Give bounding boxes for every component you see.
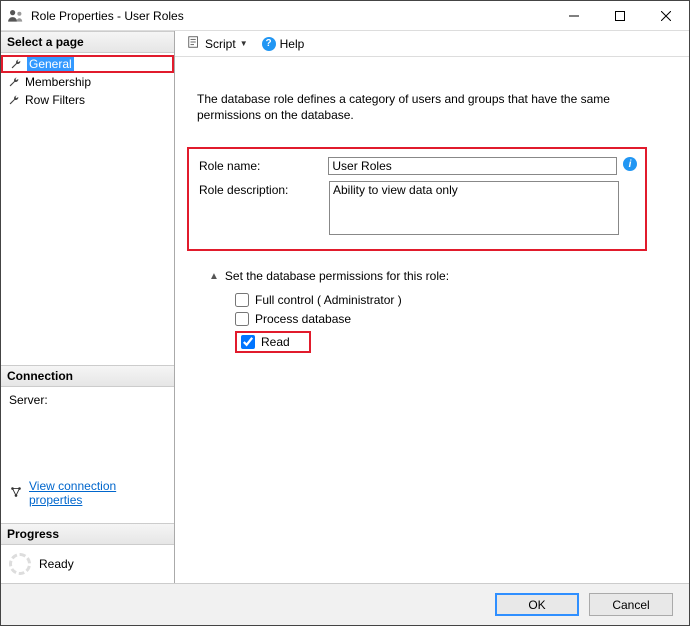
view-connection-properties-link[interactable]: View connection properties xyxy=(29,479,166,507)
perm-process-db[interactable]: Process database xyxy=(235,312,667,326)
info-icon[interactable]: i xyxy=(623,157,637,171)
page-label: Membership xyxy=(25,75,91,89)
progress-status: Ready xyxy=(39,557,74,571)
script-icon xyxy=(187,35,201,52)
minimize-button[interactable] xyxy=(551,1,597,30)
perm-read[interactable]: Read xyxy=(235,331,311,353)
permissions-caption: Set the database permissions for this ro… xyxy=(225,269,449,283)
select-page-header: Select a page xyxy=(1,31,174,53)
role-icon xyxy=(7,7,25,25)
perm-full-control-label: Full control ( Administrator ) xyxy=(255,293,402,307)
wrench-icon xyxy=(7,93,21,107)
perm-read-label: Read xyxy=(261,335,290,349)
sidebar: Select a page General Membership Row Fil… xyxy=(1,31,175,583)
chevron-down-icon: ▼ xyxy=(240,39,248,48)
perm-process-db-label: Process database xyxy=(255,312,351,326)
maximize-button[interactable] xyxy=(597,1,643,30)
perm-full-control[interactable]: Full control ( Administrator ) xyxy=(235,293,667,307)
titlebar: Role Properties - User Roles xyxy=(1,1,689,31)
help-icon: ? xyxy=(262,37,276,51)
wrench-icon xyxy=(9,57,23,71)
dialog-footer: OK Cancel xyxy=(1,583,689,625)
help-button[interactable]: ? Help xyxy=(258,35,309,53)
content-panel: Script ▼ ? Help The database role define… xyxy=(175,31,689,583)
page-label: General xyxy=(27,57,74,71)
script-button[interactable]: Script ▼ xyxy=(183,33,252,54)
role-description-label: Role description: xyxy=(199,181,329,197)
collapse-arrow-icon[interactable]: ▲ xyxy=(209,271,219,282)
ok-button[interactable]: OK xyxy=(495,593,579,616)
connection-header: Connection xyxy=(1,365,174,387)
progress-spinner-icon xyxy=(9,553,31,575)
page-item-general[interactable]: General xyxy=(1,55,174,73)
page-item-row-filters[interactable]: Row Filters xyxy=(1,91,174,109)
role-name-group: Role name: i Role description: xyxy=(187,147,647,251)
cancel-button[interactable]: Cancel xyxy=(589,593,673,616)
connection-icon xyxy=(9,485,23,502)
help-label: Help xyxy=(280,37,305,51)
perm-read-checkbox[interactable] xyxy=(241,335,255,349)
role-name-label: Role name: xyxy=(199,157,328,173)
wrench-icon xyxy=(7,75,21,89)
description-text: The database role defines a category of … xyxy=(197,91,667,123)
perm-full-control-checkbox[interactable] xyxy=(235,293,249,307)
progress-header: Progress xyxy=(1,523,174,545)
close-button[interactable] xyxy=(643,1,689,30)
perm-process-db-checkbox[interactable] xyxy=(235,312,249,326)
window-title: Role Properties - User Roles xyxy=(31,9,551,23)
server-label: Server: xyxy=(9,393,166,407)
page-item-membership[interactable]: Membership xyxy=(1,73,174,91)
page-label: Row Filters xyxy=(25,93,85,107)
role-description-input[interactable] xyxy=(329,181,619,235)
role-name-input[interactable] xyxy=(328,157,617,175)
script-label: Script xyxy=(205,37,236,51)
